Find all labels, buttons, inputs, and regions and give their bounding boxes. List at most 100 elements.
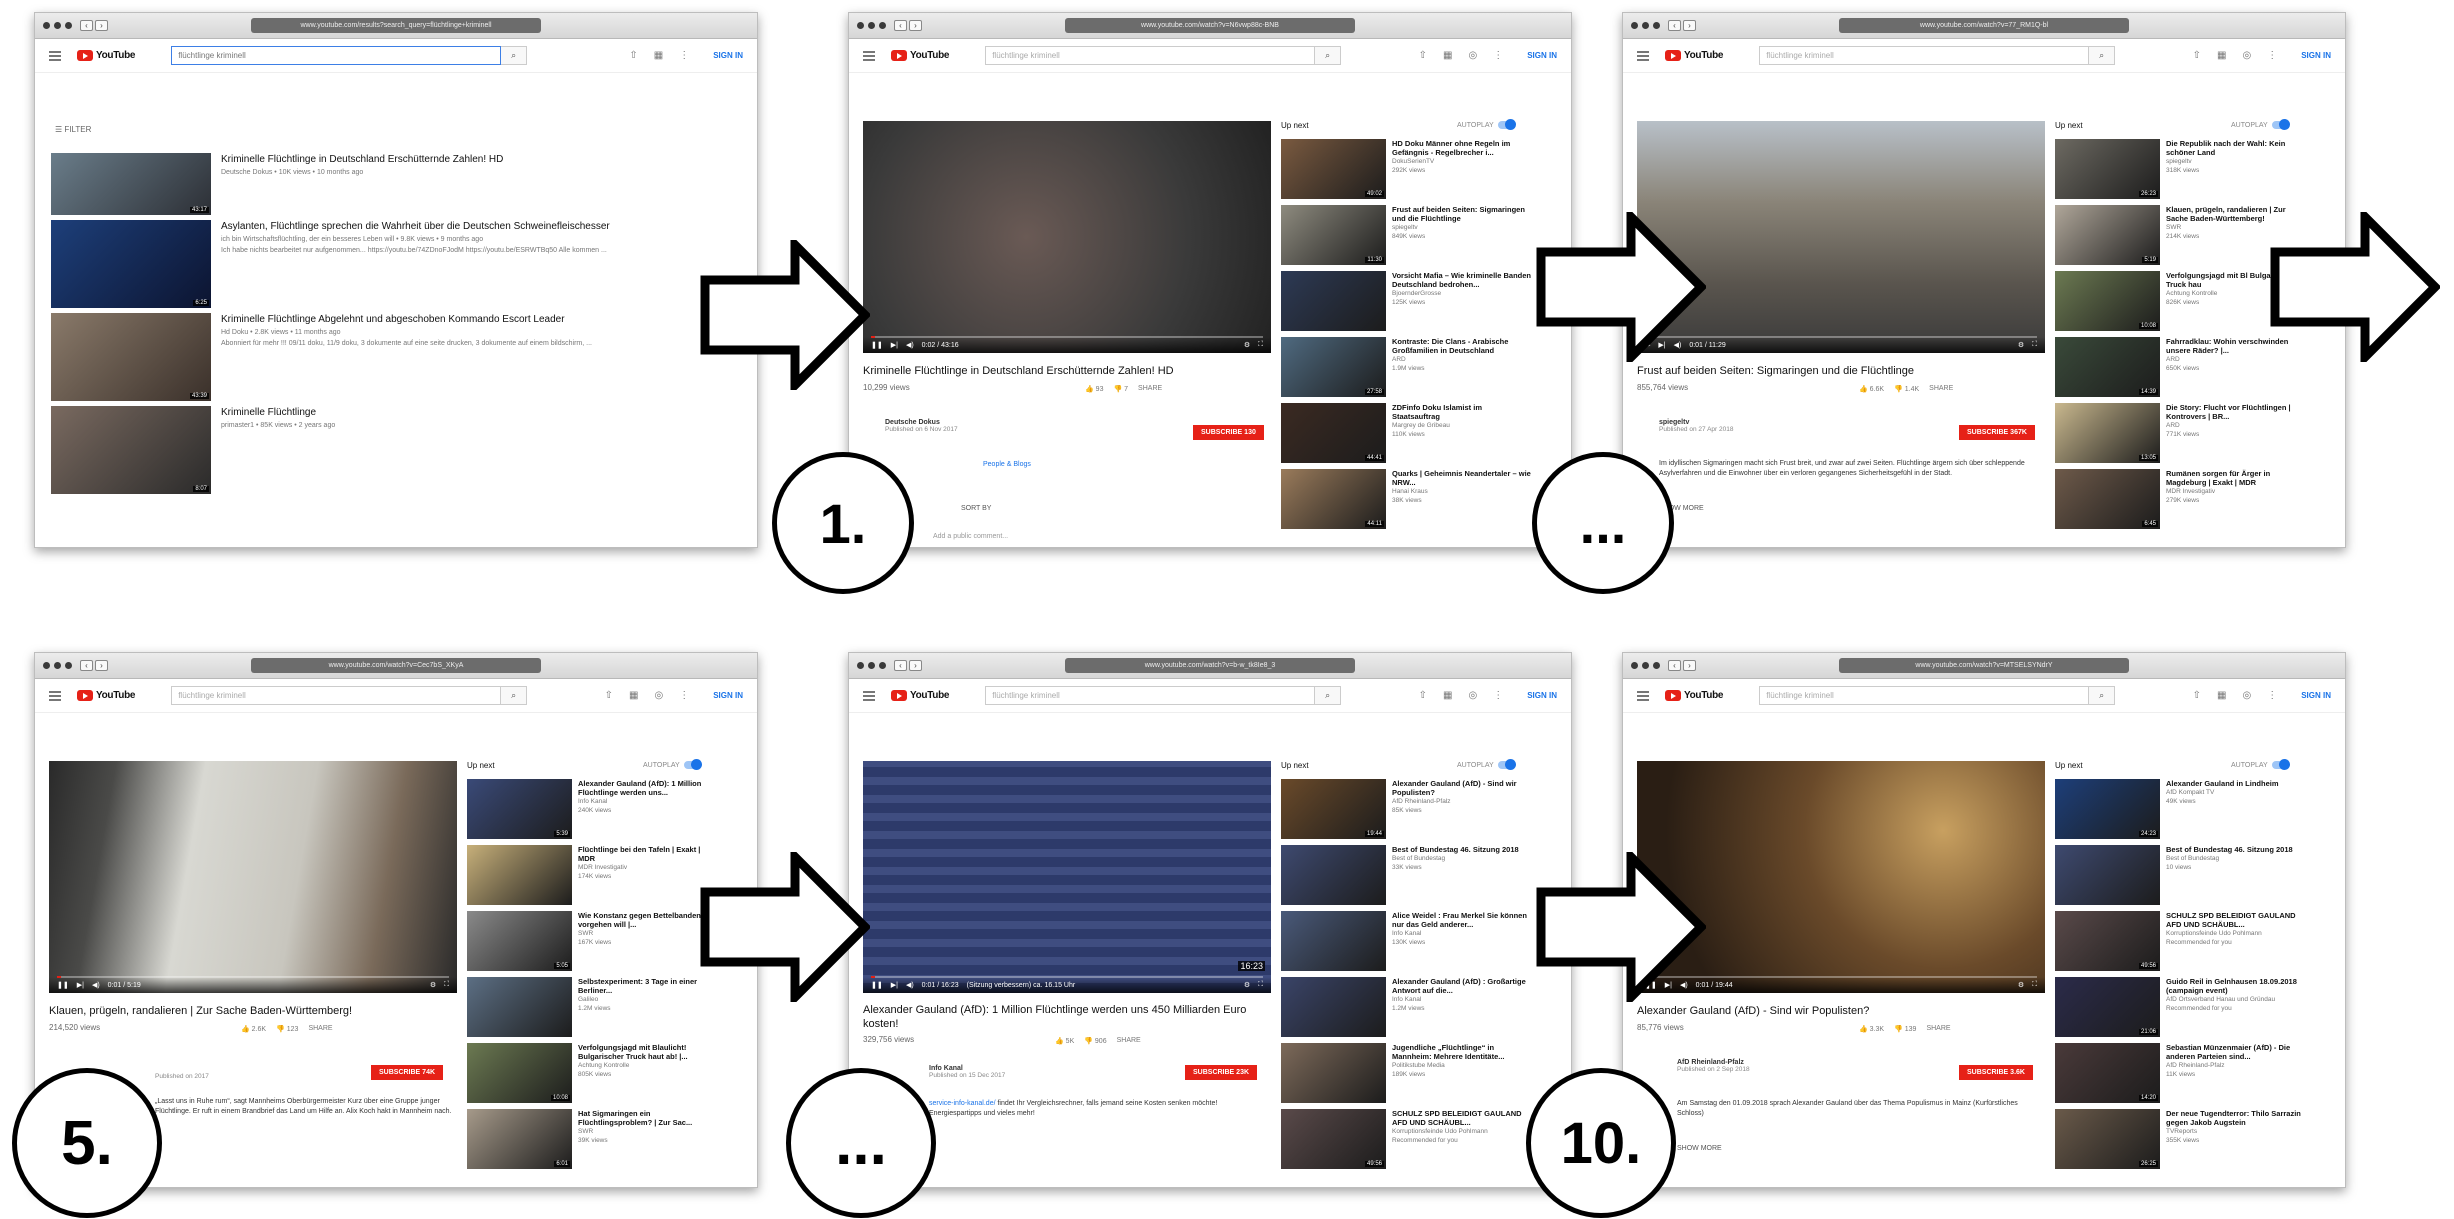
address-bar[interactable]: www.youtube.com/watch?v=b-w_tk8Ie8_3 [1065, 658, 1355, 673]
recommended-video[interactable]: 21:06 Guido Reil in Gelnhausen 18.09.2018… [2055, 977, 2305, 1037]
player-controls[interactable]: ❚❚ ▶| ◀) 0:01 / 16:23 (Sitzung verbessern) c… [863, 977, 1271, 993]
channel-info[interactable]: AfD Rheinland-Pfalz Published on 2 Sep 20… [1677, 1059, 1750, 1073]
apps-icon[interactable]: ▦ [2217, 50, 2226, 61]
recommended-thumbnail[interactable]: 5:19 [2055, 205, 2160, 265]
recommended-video[interactable]: 5:05 Wie Konstanz gegen Bettelbanden vorg… [467, 911, 717, 971]
recommended-title[interactable]: Alexander Gauland (AfD) : Großartige Ant… [1392, 977, 1531, 995]
recommended-title[interactable]: ZDFinfo Doku Islamist im Staatsauftrag [1392, 403, 1531, 421]
address-bar[interactable]: www.youtube.com/watch?v=Cec7bS_XKyA [251, 658, 541, 673]
recommended-video[interactable]: Vorsicht Mafia – Wie kriminelle Banden D… [1281, 271, 1531, 331]
nav-buttons[interactable]: ‹ › [1668, 660, 1696, 671]
recommended-thumbnail[interactable]: 11:30 [1281, 205, 1386, 265]
recommended-video[interactable]: 44:11 Quarks | Geheimnis Neandertaler – w… [1281, 469, 1531, 529]
window-controls[interactable] [43, 22, 72, 29]
search-icon[interactable]: ⌕ [501, 686, 528, 705]
recommended-video[interactable]: Alice Weidel : Frau Merkel Sie können nu… [1281, 911, 1531, 971]
apps-icon[interactable]: ▦ [2217, 690, 2226, 701]
address-bar[interactable]: www.youtube.com/watch?v=N6vwp88c-BNB [1065, 18, 1355, 33]
search-input[interactable]: flüchtlinge kriminell [171, 46, 502, 65]
recommended-thumbnail[interactable]: 5:39 [467, 779, 572, 839]
subscribe-button[interactable]: SUBSCRIBE 367K [1959, 425, 2035, 440]
recommended-thumbnail[interactable]: 27:58 [1281, 337, 1386, 397]
share-button[interactable]: SHARE [1138, 385, 1162, 393]
channel-info[interactable]: Published on 2017 [155, 1073, 209, 1080]
upload-icon[interactable]: ⇧ [2193, 50, 2201, 61]
search-icon[interactable]: ⌕ [1315, 686, 1342, 705]
apps-icon[interactable]: ▦ [1443, 50, 1452, 61]
recommended-title[interactable]: Selbstexperiment: 3 Tage in einer Berlin… [578, 977, 717, 995]
recommended-title[interactable]: Quarks | Geheimnis Neandertaler – wie NR… [1392, 469, 1531, 487]
recommended-thumbnail[interactable] [467, 977, 572, 1037]
address-bar[interactable]: www.youtube.com/watch?v=MTSELSYNdrY [1839, 658, 2129, 673]
like-button[interactable]: 👍 93 [1085, 385, 1103, 393]
recommended-title[interactable]: Alexander Gauland (AfD) - Sind wir Popul… [1392, 779, 1531, 797]
window-controls[interactable] [1631, 22, 1660, 29]
recommended-video[interactable]: 6:45 Rumänen sorgen für Ärger in Magdebur… [2055, 469, 2305, 529]
recommended-video[interactable]: 13:05 Die Story: Flucht vor Flüchtlingen … [2055, 403, 2305, 463]
recommended-thumbnail[interactable]: 49:02 [1281, 139, 1386, 199]
recommended-video[interactable]: 14:20 Sebastian Münzenmaier (AfD) - Die a… [2055, 1043, 2305, 1103]
recommended-thumbnail[interactable]: 14:20 [2055, 1043, 2160, 1103]
recommended-video[interactable]: Best of Bundestag 46. Sitzung 2018 Best o… [1281, 845, 1531, 905]
recommended-video[interactable]: 10:08 Verfolgungsjagd mit Blaulicht! Bulg… [467, 1043, 717, 1103]
result-thumbnail[interactable]: 6:25 [51, 220, 211, 308]
comment-input[interactable]: Add a public comment... [933, 533, 1008, 540]
sign-in-button[interactable]: SIGN IN [713, 691, 743, 700]
sign-in-button[interactable]: SIGN IN [2301, 691, 2331, 700]
address-bar[interactable]: www.youtube.com/watch?v=77_RM1Q-bl [1839, 18, 2129, 33]
recommended-thumbnail[interactable] [467, 845, 572, 905]
recommended-title[interactable]: HD Doku Männer ohne Regeln im Gefängnis … [1392, 139, 1531, 157]
autoplay-toggle[interactable]: AUTOPLAY [2231, 759, 2290, 770]
recommended-thumbnail[interactable] [1281, 977, 1386, 1037]
more-icon[interactable]: ⋮ [679, 50, 689, 61]
search-input[interactable]: flüchtlinge kriminell [985, 46, 1316, 65]
youtube-logo[interactable]: YouTube [1665, 50, 1724, 61]
recommended-title[interactable]: Alice Weidel : Frau Merkel Sie können nu… [1392, 911, 1531, 929]
search-input[interactable]: flüchtlinge kriminell [1759, 686, 2090, 705]
menu-icon[interactable] [49, 690, 61, 701]
sign-in-button[interactable]: SIGN IN [1527, 51, 1557, 60]
upload-icon[interactable]: ⇧ [1419, 50, 1427, 61]
recommended-thumbnail[interactable]: 26:25 [2055, 1109, 2160, 1169]
video-player[interactable]: ❚❚ ▶| ◀) 0:01 / 5:19 ⚙ ⛶ [49, 761, 457, 993]
nav-buttons[interactable]: ‹ › [1668, 20, 1696, 31]
recommended-video[interactable]: 6:01 Hat Sigmaringen ein Flüchtlingsprobl… [467, 1109, 717, 1169]
channel-info[interactable]: Deutsche Dokus Published on 6 Nov 2017 [885, 419, 958, 433]
recommended-title[interactable]: SCHULZ SPD BELEIDIGT GAULAND AFD UND SCH… [1392, 1109, 1531, 1127]
chat-icon[interactable]: ◎ [1468, 50, 1477, 61]
youtube-logo[interactable]: YouTube [1665, 690, 1724, 701]
recommended-video[interactable]: 49:02 HD Doku Männer ohne Regeln im Gefän… [1281, 139, 1531, 199]
recommended-thumbnail[interactable]: 49:56 [1281, 1109, 1386, 1169]
more-icon[interactable]: ⋮ [1493, 50, 1503, 61]
recommended-video[interactable]: 14:39 Fahrradklau: Wohin verschwinden uns… [2055, 337, 2305, 397]
recommended-thumbnail[interactable]: 44:11 [1281, 469, 1386, 529]
menu-icon[interactable] [863, 690, 875, 701]
recommended-video[interactable]: 5:19 Klauen, prügeln, randalieren | Zur S… [2055, 205, 2305, 265]
result-item[interactable]: 8:07 Kriminelle Flüchtlinge primaster1 • … [51, 406, 751, 494]
recommended-video[interactable]: 24:23 Alexander Gauland in Lindheim AfD Ko… [2055, 779, 2305, 839]
video-player[interactable]: ❚❚ ▶| ◀) 0:02 / 43:16 ⚙ ⛶ [863, 121, 1271, 353]
recommended-video[interactable]: 27:58 Kontraste: Die Clans - Arabische Gr… [1281, 337, 1531, 397]
sort-by-button[interactable]: SORT BY [961, 505, 991, 512]
sign-in-button[interactable]: SIGN IN [713, 51, 743, 60]
recommended-video[interactable]: 26:25 Der neue Tugendterror: Thilo Sarraz… [2055, 1109, 2305, 1169]
upload-icon[interactable]: ⇧ [1419, 690, 1427, 701]
recommended-title[interactable]: Verfolgungsjagd mit Blaulicht! Bulgarisc… [578, 1043, 717, 1061]
share-button[interactable]: SHARE [308, 1025, 332, 1033]
recommended-video[interactable]: 49:56 SCHULZ SPD BELEIDIGT GAULAND AFD UN… [2055, 911, 2305, 971]
recommended-video[interactable]: 5:39 Alexander Gauland (AfD): 1 Million F… [467, 779, 717, 839]
recommended-thumbnail[interactable]: 24:23 [2055, 779, 2160, 839]
more-icon[interactable]: ⋮ [2267, 690, 2277, 701]
apps-icon[interactable]: ▦ [1443, 690, 1452, 701]
recommended-title[interactable]: Der neue Tugendterror: Thilo Sarrazin ge… [2166, 1109, 2305, 1127]
recommended-video[interactable]: Flüchtlinge bei den Tafeln | Exakt | MDR… [467, 845, 717, 905]
search-input[interactable]: flüchtlinge kriminell [985, 686, 1316, 705]
like-button[interactable]: 👍 5K [1055, 1037, 1074, 1045]
recommended-thumbnail[interactable]: 19:44 [1281, 779, 1386, 839]
sign-in-button[interactable]: SIGN IN [2301, 51, 2331, 60]
autoplay-toggle[interactable]: AUTOPLAY [643, 759, 702, 770]
address-bar[interactable]: www.youtube.com/results?search_query=flü… [251, 18, 541, 33]
recommended-thumbnail[interactable]: 49:56 [2055, 911, 2160, 971]
menu-icon[interactable] [1637, 50, 1649, 61]
share-button[interactable]: SHARE [1929, 385, 1953, 393]
